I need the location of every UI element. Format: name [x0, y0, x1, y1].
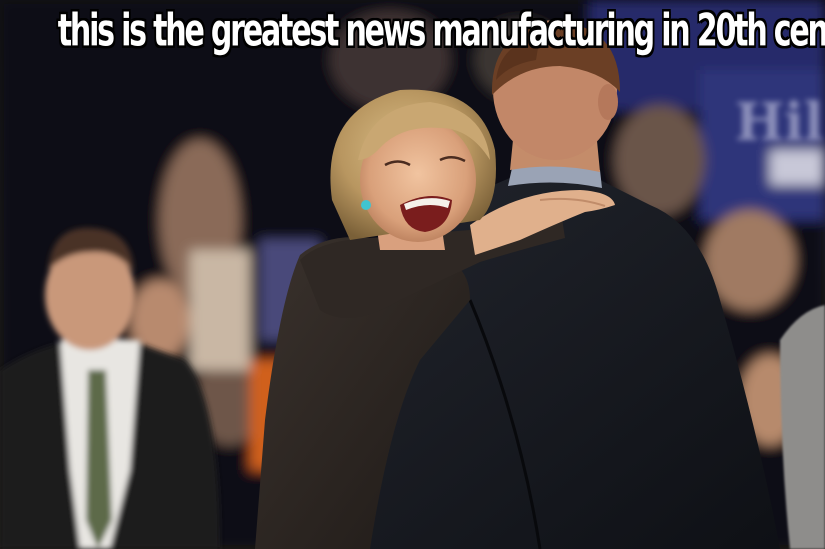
meme-caption: this is the greatest news manufacturing …: [57, 6, 825, 58]
man-right-edge: [780, 305, 825, 549]
photo: Hil: [0, 0, 825, 549]
campaign-sign-text: Hil: [735, 92, 824, 153]
meme-frame: Hil this is the greatest news manufactur…: [0, 0, 825, 549]
